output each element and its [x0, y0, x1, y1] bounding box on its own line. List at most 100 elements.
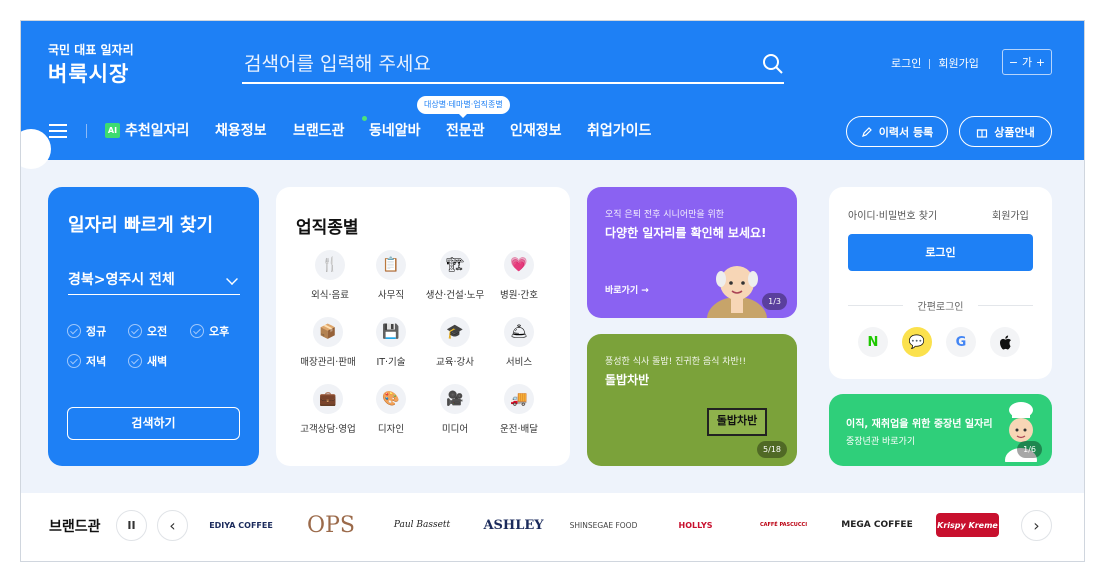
category-label: 매장관리·판매 [300, 357, 356, 368]
nav-item-brand[interactable]: 브랜드관 [293, 120, 345, 140]
category-design[interactable]: 🎨 디자인 [359, 384, 423, 435]
resume-register-button[interactable]: 이력서 등록 [846, 116, 948, 147]
brand-ashley[interactable]: ASHLEY [481, 513, 546, 537]
next-button[interactable]: › [1021, 510, 1052, 541]
slide-counter: 5/18 [757, 441, 787, 458]
dolbap-promo-banner[interactable]: 풍성한 식사 돌밥! 진귀한 음식 차반!! 돌밥차반 돌밥차반 5/18 [587, 334, 797, 466]
filter-label: 오후 [209, 325, 230, 338]
service-bell-icon: 🛎 [504, 317, 534, 347]
apple-icon [999, 335, 1011, 349]
brand-strip: 브랜드관 II ‹ EDIYA COFFEE OPS Paul Bassett … [21, 493, 1084, 561]
nav-item-talent[interactable]: 인재정보 [510, 120, 562, 140]
font-decrease-button[interactable]: − [1009, 56, 1018, 69]
pause-button[interactable]: II [116, 510, 147, 541]
prev-button[interactable]: ‹ [157, 510, 188, 541]
slide-counter: 1/6 [1017, 441, 1042, 458]
category-service[interactable]: 🛎 서비스 [487, 317, 551, 368]
font-size-label: 가 [1021, 56, 1033, 69]
brand-hollys[interactable]: HOLLYS [673, 513, 718, 537]
google-login-button[interactable]: G [946, 327, 976, 357]
find-account-link[interactable]: 아이디·비밀번호 찾기 [848, 207, 937, 222]
kakao-login-button[interactable]: 💬 [902, 327, 932, 357]
category-label: 미디어 [441, 424, 469, 435]
utensils-icon: 🍴 [315, 250, 345, 280]
login-card: 아이디·비밀번호 찾기 회원가입 로그인 간편로그인 N 💬 G [829, 187, 1052, 379]
chip-icon: 💾 [376, 317, 406, 347]
filter-morning[interactable]: 오전 [128, 323, 167, 339]
category-media[interactable]: 🎥 미디어 [423, 384, 487, 435]
category-medical[interactable]: 💗 병원·간호 [487, 250, 551, 301]
palette-icon: 🎨 [376, 384, 406, 414]
search-input[interactable] [244, 49, 744, 79]
product-info-button[interactable]: 상품안내 [959, 116, 1052, 147]
category-education[interactable]: 🎓 교육·강사 [423, 317, 487, 368]
quick-search-card: 일자리 빠르게 찾기 경북>영주시 전체 정규 오전 오후 저녁 새벽 검색하기 [48, 187, 259, 466]
filter-evening[interactable]: 저녁 [67, 353, 106, 369]
new-dot [362, 116, 367, 121]
login-button[interactable]: 로그인 [848, 234, 1033, 271]
pencil-icon [861, 126, 872, 137]
brand-krispy-kreme[interactable]: Krispy Kreme [936, 513, 999, 537]
signup-link[interactable]: 회원가입 [992, 207, 1029, 222]
category-label: 서비스 [505, 357, 533, 368]
chevron-down-icon [226, 273, 238, 285]
brand-ops[interactable]: OPS [303, 513, 359, 538]
naver-login-button[interactable]: N [858, 327, 888, 357]
menu-icon[interactable] [49, 124, 67, 138]
apple-login-button[interactable] [990, 327, 1020, 357]
promo-subtitle: 오직 은퇴 전후 시니어만을 위한 [605, 210, 725, 220]
brand-mega-coffee[interactable]: MEGA COFFEE [841, 513, 912, 537]
ai-badge: AI [105, 123, 120, 138]
divider [929, 59, 931, 69]
camera-icon: 🎥 [440, 384, 470, 414]
signup-link[interactable]: 회원가입 [938, 57, 978, 70]
dolbap-sign: 돌밥차반 [707, 408, 767, 436]
brand-ediya[interactable]: EDIYA COFFEE [208, 513, 274, 537]
senior-promo-banner[interactable]: 오직 은퇴 전후 시니어만을 위한 다양한 일자리를 확인해 보세요! 바로가기… [587, 187, 797, 318]
category-label: 외식·음료 [311, 290, 349, 301]
filter-dawn[interactable]: 새벽 [128, 353, 167, 369]
promo-link[interactable]: 바로가기 → [605, 283, 649, 296]
category-it[interactable]: 💾 IT·기술 [359, 317, 423, 368]
search-icon[interactable] [762, 53, 784, 75]
middle-age-banner[interactable]: 이직, 재취업을 위한 중장년 일자리 중장년관 바로가기 1/6 [829, 394, 1052, 466]
brand-pascucci[interactable]: CAFFÉ PASCUCCI [760, 513, 807, 537]
banner-link[interactable]: 중장년관 바로가기 [846, 434, 915, 447]
divider [86, 124, 87, 138]
login-link[interactable]: 로그인 [891, 57, 921, 70]
region-select[interactable]: 경북>영주시 전체 [68, 269, 240, 295]
category-sales[interactable]: 💼 고객상담·영업 [296, 384, 360, 435]
page-frame: 국민 대표 일자리 벼룩시장 로그인회원가입 − 가 + AI 추천일자리 채용… [20, 20, 1085, 562]
category-label: 병원·간호 [500, 290, 538, 301]
senior-character-illustration [707, 266, 767, 318]
filter-afternoon[interactable]: 오후 [190, 323, 229, 339]
nav-item-recommended[interactable]: 추천일자리 [125, 120, 189, 140]
filter-regular[interactable]: 정규 [67, 323, 106, 339]
quick-search-title: 일자리 빠르게 찾기 [68, 215, 214, 236]
category-construction[interactable]: 🏗 생산·건설·노무 [423, 250, 487, 301]
category-food[interactable]: 🍴 외식·음료 [298, 250, 362, 301]
brand-strip-title: 브랜드관 [49, 519, 101, 535]
site-header: 국민 대표 일자리 벼룩시장 로그인 회원가입 − 가 + AI 추천일자리 채용… [21, 21, 1084, 169]
nav-item-recruit[interactable]: 채용정보 [215, 120, 267, 140]
specialty-tooltip: 대상별·테마별·업직종별 [417, 96, 510, 118]
search-bar [242, 47, 784, 84]
category-delivery[interactable]: 🚚 운전·배달 [487, 384, 551, 435]
promo-subtitle: 풍성한 식사 돌밥! 진귀한 음식 차반!! [605, 357, 747, 367]
category-office[interactable]: 📋 사무직 [359, 250, 423, 301]
brand-shinsegae-food[interactable]: SHINSEGAE FOOD [570, 513, 638, 537]
category-retail[interactable]: 📦 매장관리·판매 [296, 317, 360, 368]
top-links: 로그인 회원가입 [891, 55, 979, 71]
font-increase-button[interactable]: + [1036, 56, 1045, 69]
brand-paul-bassett[interactable]: Paul Bassett [391, 513, 453, 537]
category-label: 고객상담·영업 [300, 424, 356, 435]
promo-title: 돌밥차반 [605, 373, 650, 387]
nav-item-guide[interactable]: 취업가이드 [587, 120, 651, 140]
nav-item-specialty[interactable]: 전문관 [446, 120, 485, 140]
graduation-cap-icon: 🎓 [440, 317, 470, 347]
logo[interactable]: 벼룩시장 [48, 58, 129, 88]
quick-search-button[interactable]: 검색하기 [67, 407, 240, 440]
nav-item-local[interactable]: 동네알바 [369, 120, 421, 140]
check-icon [128, 354, 142, 368]
truck-icon: 🚚 [504, 384, 534, 414]
